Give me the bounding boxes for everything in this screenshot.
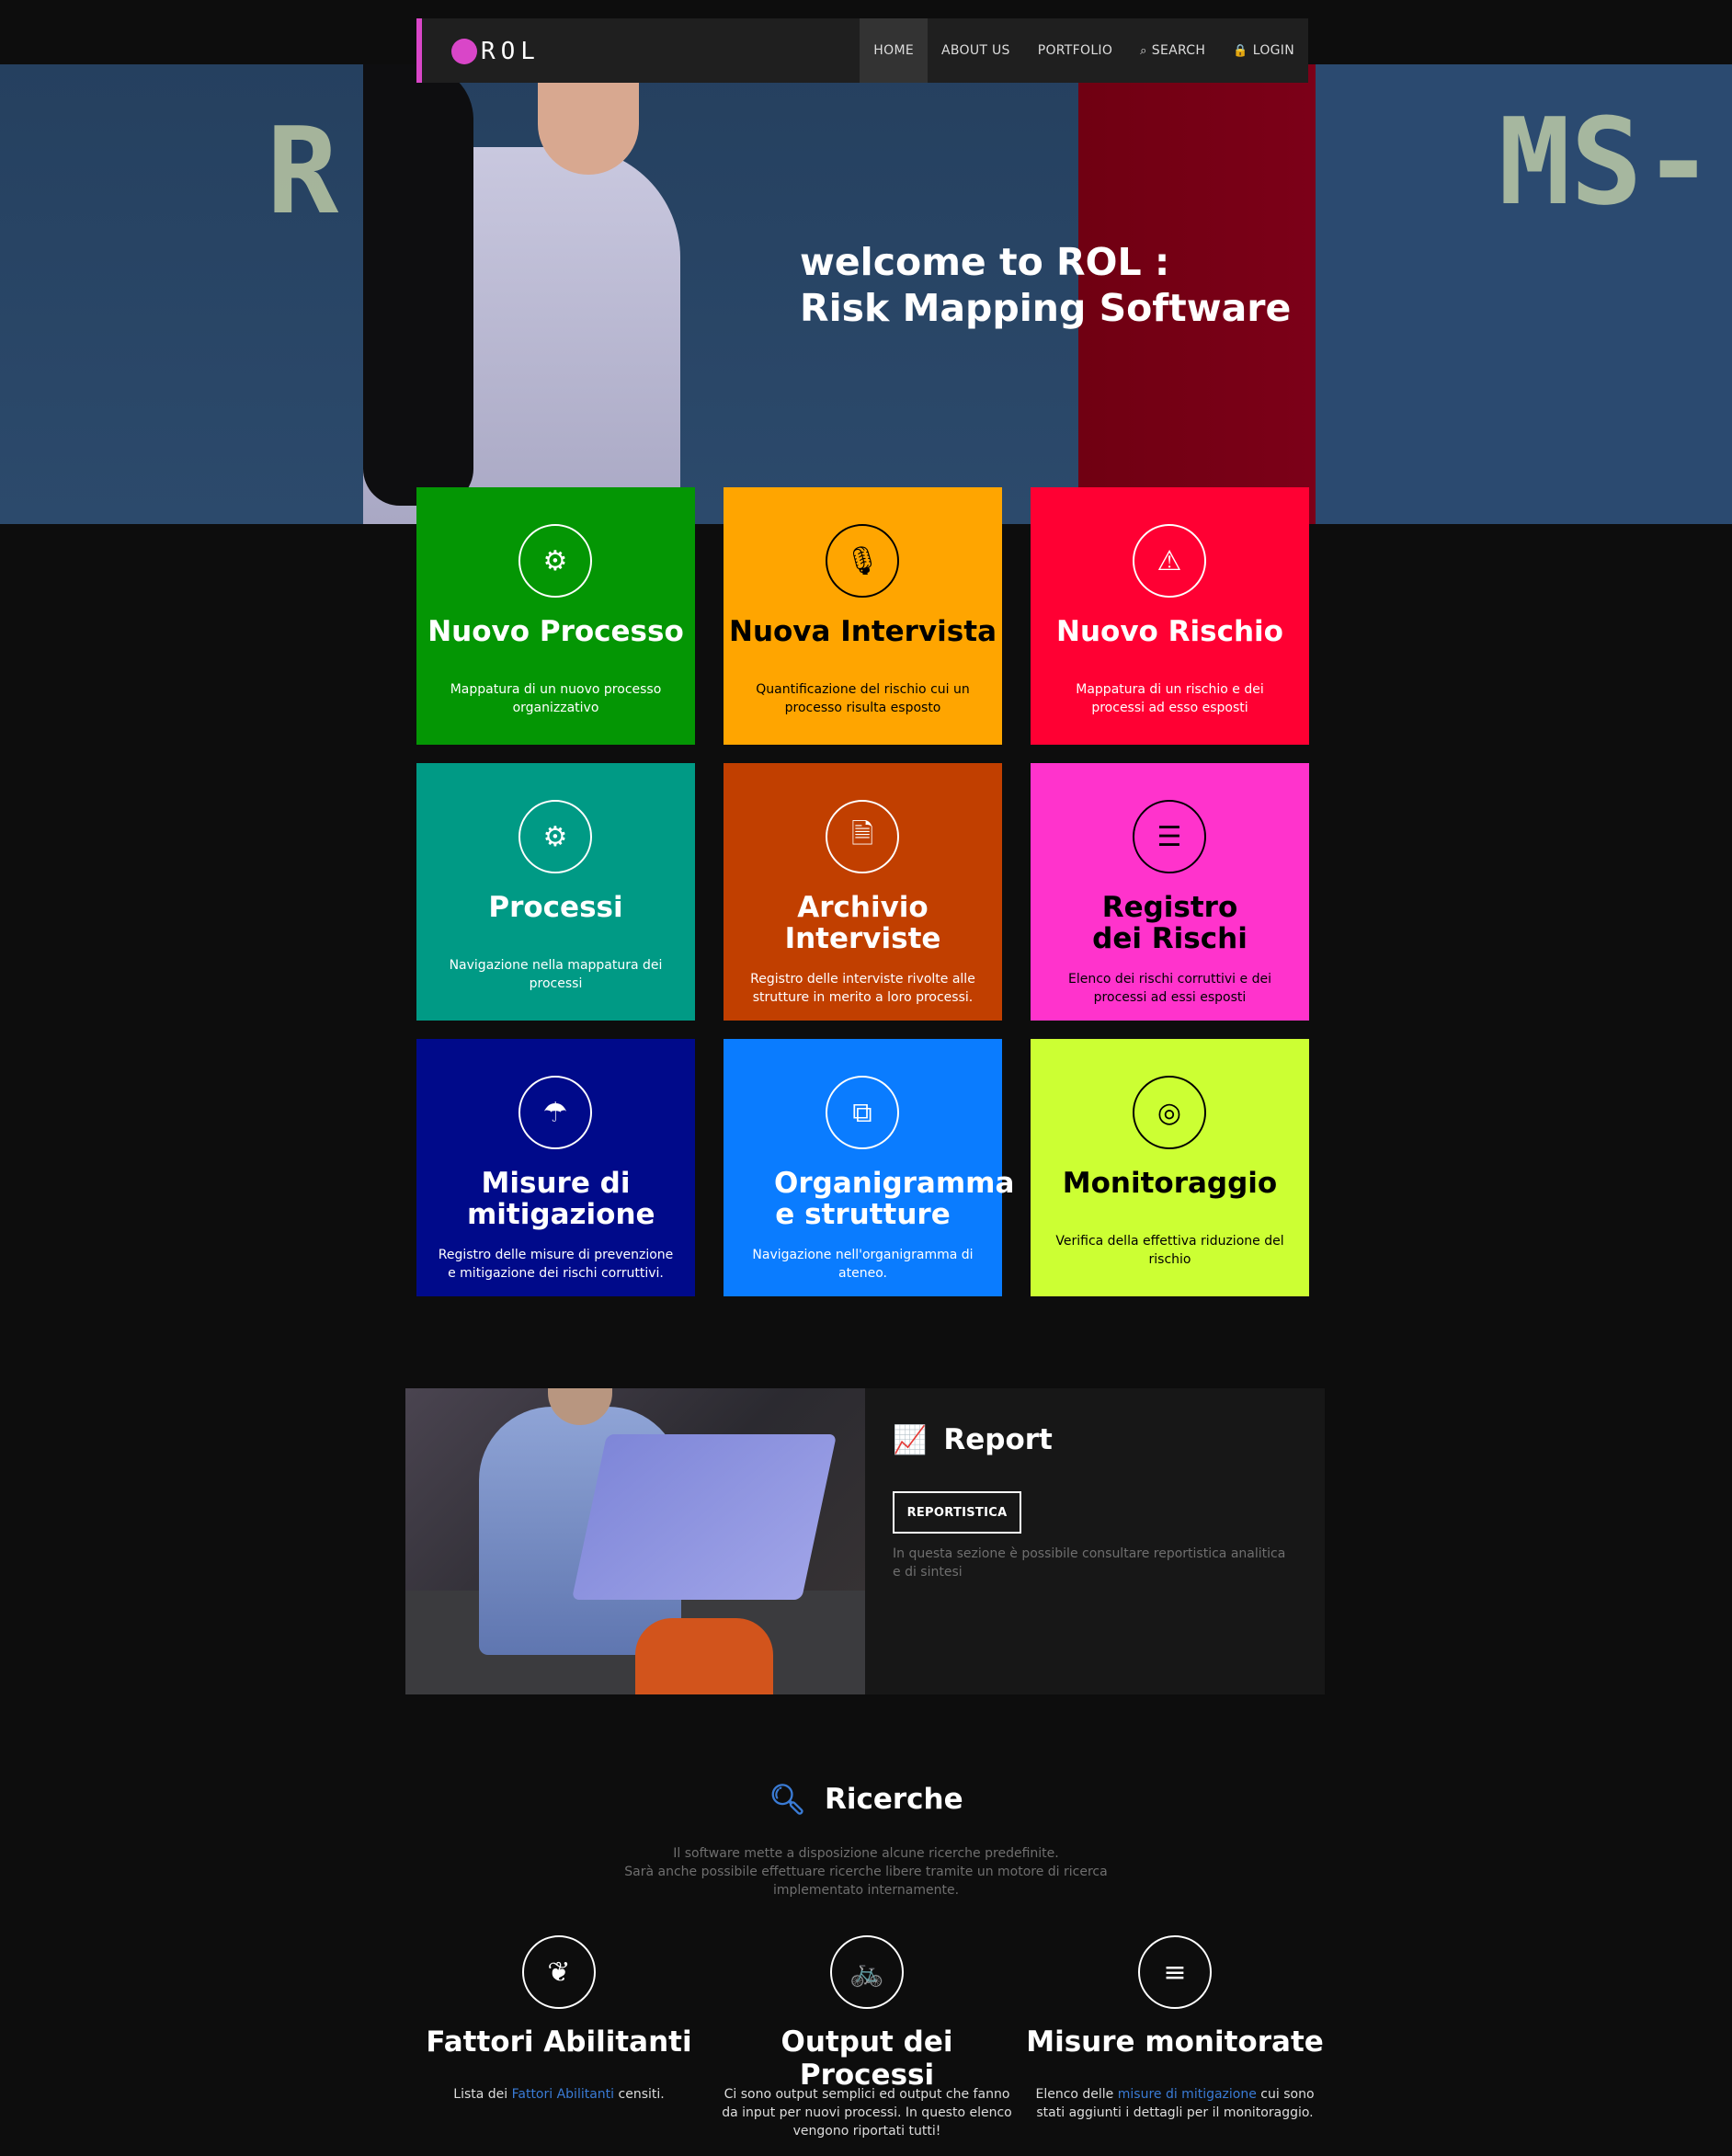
tile-misure-di-mitigazione[interactable]: ☂ Misure di mitigazione Registro delle mis… [416, 1039, 695, 1296]
feature-desc-link[interactable]: misure di mitigazione [1118, 2087, 1257, 2102]
tile-description: Navigazione nella mappatura dei processi [449, 958, 663, 991]
report-photo [405, 1388, 865, 1694]
tile-title: Nuovo Rischio [1056, 615, 1283, 648]
tile-title: Processi [488, 891, 623, 924]
ricerche-line2: Sarà anche possibile effettuare ricerche… [624, 1865, 1108, 1879]
leaf-icon[interactable]: ❦ [522, 1935, 596, 2009]
logo-text: ROL [481, 38, 541, 65]
tile-title: Monitoraggio [1062, 1167, 1278, 1200]
feature-description: Lista dei Fattori Abilitanti censiti. [407, 2085, 711, 2104]
logo[interactable]: ROL [451, 38, 541, 65]
bicycle-icon[interactable]: 🚲 [830, 1935, 904, 2009]
nav-item-portfolio[interactable]: PORTFOLIO [1024, 18, 1126, 83]
tile-title: Nuovo Processo [427, 615, 684, 648]
tile-registro-dei-rischi[interactable]: ☰ Registro dei Rischi Elenco dei rischi co… [1031, 763, 1309, 1021]
tile-processi[interactable]: ⚙ Processi Navigazione nella mappatura dei… [416, 763, 695, 1021]
ricerche-description: Il software mette a disposizione alcune … [0, 1844, 1732, 1899]
logo-dot [451, 39, 477, 64]
ricerche-title-text: Ricerche [824, 1783, 963, 1816]
navbar-accent [416, 18, 422, 83]
tile-title: Organigramma e strutture [774, 1167, 1015, 1231]
hero-title-line1: welcome to ROL : [800, 240, 1170, 284]
hero-banner: R S MS- welcome to ROL : Risk Mapping So… [0, 64, 1732, 524]
feature-desc-text: Elenco delle [1035, 2087, 1118, 2102]
report-title: 📈 Report [893, 1423, 1053, 1456]
feature-desc-text: Lista dei [453, 2087, 512, 2102]
tile-description: Registro delle interviste rivolte alle s… [750, 972, 975, 1005]
feature-description: Elenco delle misure di mitigazione cui s… [1023, 2085, 1327, 2122]
reportistica-button[interactable]: REPORTISTICA [893, 1491, 1021, 1534]
nav-menu: HOME ABOUT US PORTFOLIO ⌕ SEARCH 🔒 LOGIN [860, 18, 1308, 83]
tile-title: Misure di mitigazione [467, 1167, 655, 1231]
nav-item-search[interactable]: ⌕ SEARCH [1126, 18, 1219, 83]
tile-organigramma-e-strutture[interactable]: ⧉ Organigramma e strutture Navigazione nel… [724, 1039, 1015, 1296]
feature-desc-link[interactable]: Fattori Abilitanti [512, 2087, 614, 2102]
nav-item-label: LOGIN [1252, 43, 1294, 58]
tile-nuovo-rischio[interactable]: ⚠ Nuovo Rischio Mappatura di un rischio e … [1031, 487, 1309, 745]
ricerche-line1: Il software mette a disposizione alcune … [673, 1846, 1059, 1861]
hero-title-line2: Risk Mapping Software [800, 286, 1292, 330]
feature-title[interactable]: Misure monitorate [1023, 2025, 1327, 2059]
feature-description: Ci sono output semplici ed output che fa… [715, 2085, 1019, 2140]
tile-title: Registro dei Rischi [1092, 891, 1248, 955]
tile-description: Verifica della effettiva riduzione del r… [1055, 1234, 1284, 1267]
tile-description: Registro delle misure di prevenzione e m… [438, 1248, 674, 1281]
report-section: 📈 Report REPORTISTICA In questa sezione … [405, 1388, 1325, 1694]
server-icon: ☰ [1133, 800, 1206, 873]
microphone-icon: 🎙 [826, 524, 899, 598]
gears-icon: ⚙ [518, 800, 592, 873]
feature-desc-text-end: censiti. [614, 2087, 665, 2102]
report-description: In questa sezione è possibile consultare… [893, 1546, 1286, 1580]
search-icon: ⌕ [1140, 43, 1147, 58]
nav-item-label: ABOUT US [940, 43, 1010, 58]
lock-icon: 🔒 [1233, 43, 1248, 58]
tile-description: Mappatura di un rischio e dei processi a… [1076, 682, 1264, 715]
nav-item-label: PORTFOLIO [1037, 43, 1113, 58]
warning-icon: ⚠ [1133, 524, 1206, 598]
line-chart-icon: 📈 [893, 1423, 928, 1456]
report-title-text: Report [943, 1423, 1053, 1456]
tile-description: Elenco dei rischi corruttivi e dei proce… [1068, 972, 1271, 1005]
target-icon: ◎ [1133, 1076, 1206, 1149]
audio-file-icon: 🗎 [826, 800, 899, 873]
tile-description: Quantificazione del rischio cui un proce… [756, 682, 970, 715]
search-icon: 🔍︎ [769, 1782, 806, 1817]
nav-item-home[interactable]: HOME [860, 18, 928, 83]
nav-item-label: HOME [873, 43, 914, 58]
umbrella-icon: ☂ [518, 1076, 592, 1149]
feature-desc-text: Ci sono output semplici ed output che fa… [722, 2087, 1012, 2139]
tile-nuova-intervista[interactable]: 🎙 Nuova Intervista Quantificazione del ris… [724, 487, 1002, 745]
nav-item-login[interactable]: 🔒 LOGIN [1219, 18, 1308, 83]
tile-nuovo-processo[interactable]: ⚙ Nuovo Processo Mappatura di un nuovo pro… [416, 487, 695, 745]
hero-chalk-right: MS- [1498, 92, 1715, 232]
feature-title[interactable]: Output dei Processi [715, 2025, 1019, 2092]
ricerche-line3: implementato internamente. [772, 1883, 960, 1898]
hero-title: welcome to ROL : Risk Mapping Software [800, 239, 1291, 331]
tile-monitoraggio[interactable]: ◎ Monitoraggio Verifica della effettiva ri… [1031, 1039, 1309, 1296]
feature-title[interactable]: Fattori Abilitanti [407, 2025, 711, 2059]
sitemap-icon: ⧉ [826, 1076, 899, 1149]
tile-archivio-interviste[interactable]: 🗎 Archivio Interviste Registro delle inter… [724, 763, 1002, 1021]
list-icon[interactable]: ≡ [1138, 1935, 1212, 2009]
tile-title: Nuova Intervista [729, 615, 997, 648]
tile-title: Archivio Interviste [784, 891, 941, 955]
ricerche-title: 🔍︎ Ricerche [0, 1782, 1732, 1817]
navbar: ROL HOME ABOUT US PORTFOLIO ⌕ SEARCH 🔒 LOGIN [416, 18, 1308, 83]
tile-description: Navigazione nell'organigramma di ateneo. [752, 1248, 974, 1281]
nav-item-about-us[interactable]: ABOUT US [928, 18, 1024, 83]
tile-description: Mappatura di un nuovo processo organizza… [450, 682, 662, 715]
gear-icon: ⚙ [518, 524, 592, 598]
nav-item-label: SEARCH [1151, 43, 1206, 58]
hero-person-image [363, 64, 680, 524]
